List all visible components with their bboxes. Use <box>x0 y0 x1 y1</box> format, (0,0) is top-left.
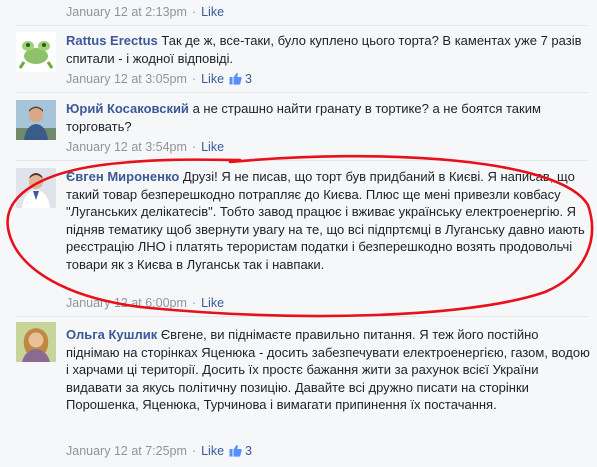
comment-author[interactable]: Rattus Erectus <box>66 33 158 48</box>
comment-timestamp[interactable]: January 12 at 7:25pm <box>66 444 187 458</box>
divider <box>16 160 587 161</box>
comment-body: Юрий Косаковский а не страшно найти гран… <box>66 100 591 135</box>
like-count[interactable]: 3 <box>245 444 252 458</box>
comment-meta: January 12 at 7:25pm · Like 3 <box>66 443 591 462</box>
comment-timestamp[interactable]: January 12 at 3:05pm <box>66 72 187 86</box>
like-count[interactable]: 3 <box>245 72 252 86</box>
comment-author[interactable]: Євген Мироненко <box>66 169 179 184</box>
like-button[interactable]: Like <box>201 444 224 458</box>
thumbs-up-icon <box>229 72 242 90</box>
avatar[interactable] <box>16 322 56 362</box>
divider <box>16 316 587 317</box>
comment-body: Ольга Кушлик Євгене, ви піднімаєте прави… <box>66 326 591 414</box>
comment-author[interactable]: Ольга Кушлик <box>66 327 157 342</box>
comment-body: Євген Мироненко Друзі! Я не писав, що то… <box>66 168 591 274</box>
avatar[interactable] <box>16 168 56 208</box>
comment-timestamp[interactable]: January 12 at 6:00pm <box>66 296 187 310</box>
comment-body: Rattus Erectus Так де ж, все-таки, було … <box>66 32 591 67</box>
comment-timestamp[interactable]: January 12 at 2:13pm <box>66 5 187 19</box>
comment-timestamp[interactable]: January 12 at 3:54pm <box>66 140 187 154</box>
like-button[interactable]: Like <box>201 5 224 19</box>
like-button[interactable]: Like <box>201 296 224 310</box>
comment-meta: January 12 at 3:05pm · Like 3 <box>66 71 591 90</box>
thumbs-up-icon <box>229 444 242 462</box>
comment-text: Друзі! Я не писав, що торт був придбаний… <box>66 169 585 272</box>
like-button[interactable]: Like <box>201 140 224 154</box>
comment-meta: January 12 at 6:00pm · Like <box>66 296 225 310</box>
avatar-frog-icon[interactable] <box>16 32 56 72</box>
comment-meta: January 12 at 2:13pm · Like <box>66 5 225 19</box>
avatar[interactable] <box>16 100 56 140</box>
like-button[interactable]: Like <box>201 72 224 86</box>
comment-author[interactable]: Юрий Косаковский <box>66 101 189 116</box>
comment-meta: January 12 at 3:54pm · Like <box>66 140 225 154</box>
divider <box>16 25 587 26</box>
divider <box>16 92 587 93</box>
